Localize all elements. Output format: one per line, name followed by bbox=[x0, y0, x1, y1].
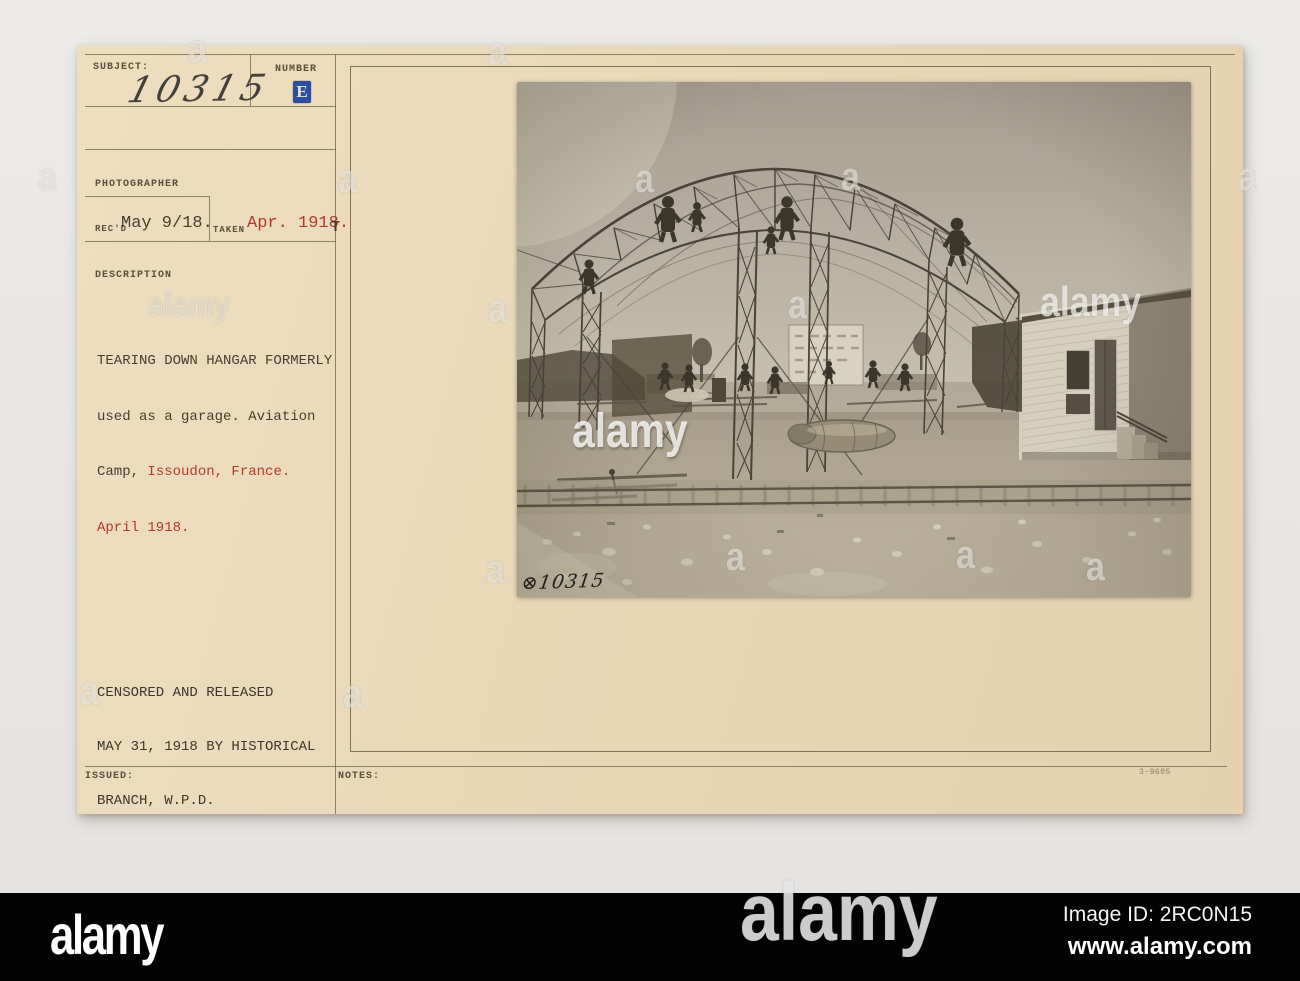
photo-handwritten-number: ⊗10315 bbox=[520, 569, 607, 595]
censor-line-1: CENSORED AND RELEASED bbox=[97, 685, 274, 701]
description-line-1: TEARING DOWN HANGAR FORMERLY bbox=[97, 353, 333, 369]
alamy-logo: alamy bbox=[50, 903, 164, 966]
canvas-bundle bbox=[787, 419, 896, 453]
censor-line-3: BRANCH, W.P.D. bbox=[97, 793, 215, 809]
clapboard-building bbox=[1015, 288, 1191, 460]
railroad-track bbox=[517, 480, 1191, 514]
alamy-footer-bar: alamy Image ID: 2RC0N15 www.alamy.com bbox=[0, 893, 1300, 981]
photo-record-card: SUBJECT: 10315 NUMBER E PHOTOGRAPHER REC… bbox=[77, 45, 1243, 814]
image-id-block: Image ID: 2RC0N15 www.alamy.com bbox=[1063, 903, 1252, 961]
description-line-2: used as a garage. Aviation bbox=[97, 408, 316, 425]
watermark-a-icon: a bbox=[38, 155, 57, 199]
tarp-left bbox=[612, 334, 692, 417]
image-id-line: Image ID: 2RC0N15 bbox=[1063, 903, 1252, 927]
image-id-value: 2RC0N15 bbox=[1159, 903, 1252, 926]
alamy-url: www.alamy.com bbox=[1067, 933, 1252, 960]
description-line-4: April 1918. bbox=[97, 519, 190, 536]
taken-label: TAKEN bbox=[213, 225, 246, 235]
number-label: NUMBER bbox=[275, 64, 318, 75]
number-stamp-e: E bbox=[293, 81, 311, 103]
photographer-label: PHOTOGRAPHER bbox=[95, 179, 180, 190]
print-code: 3-9605 bbox=[1139, 768, 1171, 777]
recd-date: May 9/18. bbox=[121, 214, 213, 233]
stray-typed-mark: T bbox=[331, 219, 341, 236]
description-text: TEARING DOWN HANGAR FORMERLY used as a g… bbox=[97, 315, 332, 574]
issued-label: ISSUED: bbox=[85, 771, 135, 782]
hangar-photo-illustration bbox=[517, 82, 1191, 597]
censor-line-2: MAY 31, 1918 BY HISTORICAL bbox=[97, 739, 316, 755]
notes-label: NOTES: bbox=[338, 771, 381, 782]
card-main-divider bbox=[335, 54, 336, 814]
subject-number-handwritten: 10315 bbox=[123, 67, 275, 112]
photo-frame: ⊗10315 bbox=[350, 66, 1211, 752]
photograph: ⊗10315 bbox=[517, 82, 1191, 597]
card-rule-top bbox=[85, 54, 1235, 55]
card-rule-photographer bbox=[85, 196, 209, 197]
description-label: DESCRIPTION bbox=[95, 270, 173, 281]
image-id-label: Image ID: bbox=[1062, 903, 1154, 926]
description-line-3: Camp, Issoudon, France. bbox=[97, 464, 291, 480]
card-rule-row3 bbox=[85, 241, 336, 242]
alamy-stock-image-page: SUBJECT: 10315 NUMBER E PHOTOGRAPHER REC… bbox=[0, 0, 1300, 981]
censor-release-note: CENSORED AND RELEASED MAY 31, 1918 BY HI… bbox=[97, 648, 315, 846]
card-rule-row2 bbox=[85, 149, 336, 150]
